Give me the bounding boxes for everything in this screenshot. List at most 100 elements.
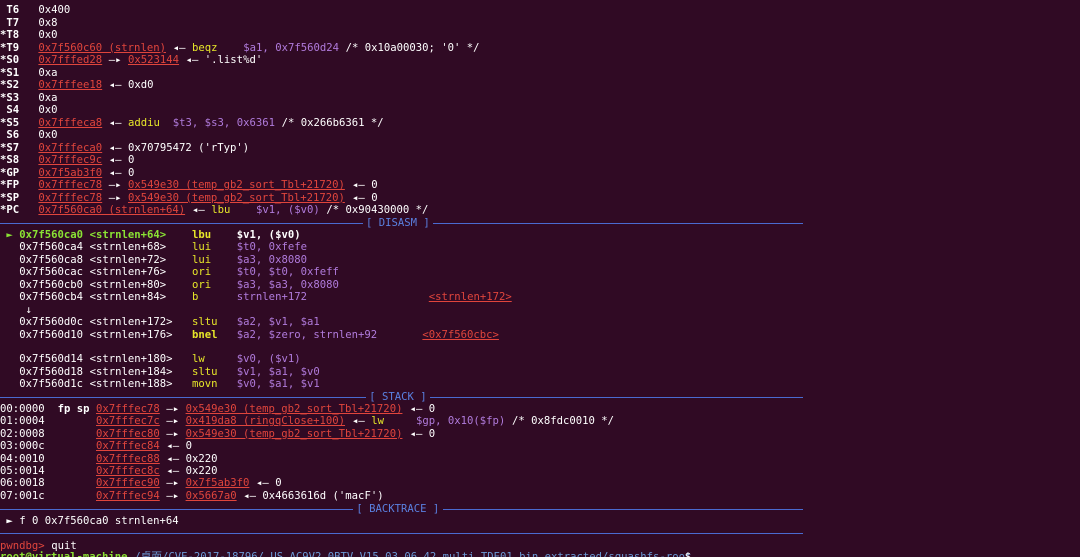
register-row: * S0 0x7fffed28 —▸ 0x523144 ◂— '.list%d' [0,54,1080,66]
instruction-row: 0x7f560d14 <strnlen+180> lw $v0, ($v1) [0,353,1080,365]
branch-target: <strnlen+172> [428,291,512,303]
pointer-value: 0x4663616d ('macF') [262,489,384,502]
pointer-arrow: ◂— [192,204,205,216]
pointer-value: '.list%d' [204,54,263,66]
instruction-operands: $v1, ($v0) [256,204,320,216]
pointer-value: 0 [185,440,192,453]
pointer-value: 0 [128,166,135,179]
pointer-arrow: —▸ [166,427,180,440]
pointer-arrow: —▸ [166,477,180,490]
instruction-row: 0x7f560d1c <strnlen+188> movn $v0, $a1, $v1 [0,378,1080,390]
pointer-arrow: —▸ [108,54,122,66]
register-row: T7 0x8 [0,17,1080,29]
instruction-immediate: 0x7f560d24 [275,41,339,54]
instruction-symbol: <strnlen+84> [89,291,167,303]
shell-symbol: $ [684,551,692,557]
instruction-symbol: <strnlen+184> [89,365,173,378]
pointer-arrow: —▸ [166,415,180,428]
register-pointer: 0x7fffec9c [38,154,103,166]
instruction-mnemonic: lbu [211,204,231,216]
register-row: S6 0x0 [0,129,1080,141]
instruction-row: 0x7f560cac <strnlen+76> ori $t0, $t0, 0xfef… [0,266,1080,278]
instruction-operands: $a1, [243,41,269,54]
pointer-arrow: ◂— [172,41,186,54]
instruction-symbol: <strnlen+76> [89,266,167,279]
stack-row: 04:0010 0x7fffec88 ◂— 0x220 [0,453,1080,465]
stack-row: 01:0004 0x7fffec7c —▸ 0x419da8 (ringqClose+… [0,415,1080,427]
register-pointer: 0x7fffee18 [38,79,103,91]
instruction-mnemonic: beqz [192,41,218,54]
pointer-target: 0x549e30 (temp_gb2_sort_Tbl+21720) [128,179,345,191]
register-name: T6 [6,4,20,16]
instruction-operands: $v1, ($v0) [236,229,301,241]
register-row: * FP 0x7fffec78 —▸ 0x549e30 (temp_gb2_sort_T… [0,179,1080,191]
instruction-symbol: <strnlen+72> [89,253,167,266]
register-name: SP [6,191,20,204]
section-header-stack: [ STACK ] [0,391,1080,403]
pointer-arrow: —▸ [108,191,122,204]
pointer-arrow: ◂— [108,154,122,166]
pointer-arrow: —▸ [108,179,122,191]
terminal-window[interactable]: T6 0x400 T7 0x8 * T8 0x0 * T9 0x7f560c60 (strnlen… [0,0,1080,557]
pointer-arrow: ◂— [185,54,199,66]
instruction-operands: $a2, $zero, strnlen+92 [236,328,378,341]
pointer-arrow: ◂— [409,403,423,415]
pointer-value: 0x220 [185,465,218,477]
section-label: [ BACKTRACE ] [356,503,440,515]
register-value: 0xa [38,91,58,104]
section-rule-right [433,223,803,224]
pointer-value: 0 [275,477,282,490]
section-header-backtrace: [ BACKTRACE ] [0,503,1080,515]
instruction-operands: $t3, $s3, [172,116,231,129]
section-rule-right [429,397,803,398]
register-name: S7 [6,141,20,154]
instruction-mnemonic: lbu [192,229,212,241]
register-name: T9 [6,41,20,54]
instruction-symbol: <strnlen+172> [89,316,173,329]
pointer-arrow: ◂— [352,191,365,204]
instruction-mnemonic: b [192,291,199,303]
pointer-arrow: ◂— [166,465,180,477]
pointer-value: 0 [428,427,436,440]
register-row: * GP 0x7f5ab3f0 ◂— 0 [0,167,1080,179]
instruction-comment: /* 0x10a00030; '0' */ [345,41,480,54]
stack-row: 07:001c 0x7fffec94 —▸ 0x5667a0 ◂— 0x4663616d … [0,490,1080,502]
pointer-arrow: ◂— [108,79,122,91]
instruction-operands: $v1, $a1, $v0 [236,365,320,378]
register-pointer: 0x7fffeca8 [38,116,103,129]
instruction-mnemonic: movn [192,378,218,390]
jump-arrow-icon: ↓ [25,304,32,317]
stack-offset: 03:000c [0,440,45,453]
stack-address: 0x7fffec88 [96,452,160,465]
pointer-value: 0 [371,191,378,204]
stack-offset: 00:0000 [0,403,45,415]
section-end-rule [0,527,1080,539]
pointer-arrow: ◂— [243,489,256,502]
pointer-arrow: ◂— [166,452,180,465]
pointer-target: 0x5667a0 [185,489,237,502]
register-pointer: 0x7f560ca0 (strnlen+64) [38,204,186,216]
pointer-arrow: ◂— [409,427,423,440]
pointer-arrow: ◂— [108,141,122,154]
pointer-value: 0 [371,179,378,191]
instruction-address: 0x7f560d1c [19,378,83,390]
pointer-target: 0x419da8 (ringqClose+100) [185,415,346,428]
pointer-target: 0x523144 [128,54,180,66]
stack-address: 0x7fffec80 [96,427,160,440]
stack-offset: 06:0018 [0,477,45,490]
register-row: * S3 0xa [0,92,1080,104]
stack-address: 0x7fffec84 [96,440,160,453]
register-name: S1 [6,66,20,79]
register-name: S4 [6,104,20,116]
instruction-mnemonic: lw [192,353,205,366]
section-rule-right [442,509,803,510]
stack-address: 0x7fffec78 [96,403,160,415]
stack-address: 0x7fffec8c [96,465,160,477]
instruction-comment: /* 0x8fdc0010 */ [512,415,615,428]
pointer-arrow: —▸ [166,403,180,415]
shell-path: /桌面/CVE-2017-18796/_US_AC9V2.0BTV_V15.03… [134,551,692,557]
register-name: S5 [6,116,20,129]
register-row: T6 0x400 [0,4,1080,16]
instruction-mnemonic: addiu [128,116,160,129]
register-name: S0 [6,54,20,66]
